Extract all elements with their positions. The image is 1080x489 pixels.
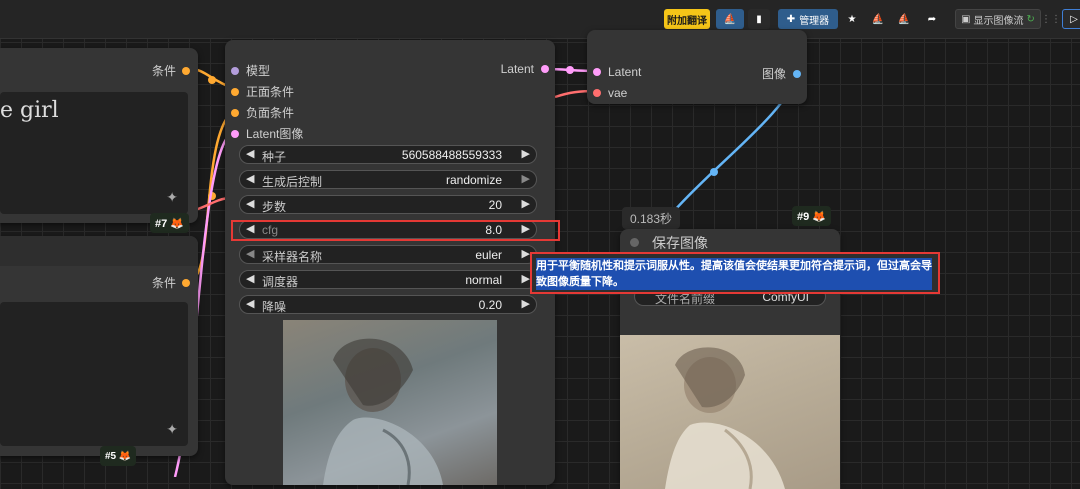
increment-arrow-icon[interactable]: ▶ (522, 172, 530, 185)
input-latent-label: Latent图像 (246, 127, 304, 141)
decrement-arrow-icon[interactable]: ◀ (246, 272, 254, 285)
widget-seed-value: 560588488559333 (401, 148, 502, 162)
decrement-arrow-icon[interactable]: ◀ (246, 247, 254, 260)
node-badge-5: #5 🦊 (100, 446, 137, 466)
input-positive-label: 正面条件 (246, 85, 295, 99)
increment-arrow-icon[interactable]: ▶ (522, 297, 530, 310)
cfg-tooltip: 用于平衡随机性和提示词服从性。提高该值会使结果更加符合提示词，但过高会导致图像质… (530, 252, 940, 294)
widget-denoise-label: 降噪 (262, 300, 287, 314)
widget-control-after[interactable]: ◀ 生成后控制 randomize ▶ (239, 170, 537, 189)
increment-arrow-icon[interactable]: ▶ (522, 147, 530, 160)
prompt-textarea[interactable]: e girl ✦ (0, 92, 188, 214)
execution-time-label: 0.183秒 (622, 207, 681, 229)
saved-image-preview (620, 335, 840, 489)
widget-sampler[interactable]: ◀ 采样器名称 euler ▶ (239, 245, 537, 264)
output-image-dot[interactable] (793, 69, 801, 78)
output-latent-label: Latent (500, 62, 534, 76)
input-latent-dot[interactable] (231, 129, 239, 138)
input-negative-label: 负面条件 (246, 106, 295, 120)
increment-arrow-icon[interactable]: ▶ (522, 247, 530, 260)
sparkle-icon[interactable]: ✦ (166, 189, 178, 206)
cfg-highlight-box (231, 220, 560, 241)
output-latent-dot[interactable] (541, 65, 549, 73)
increment-arrow-icon[interactable]: ▶ (522, 197, 530, 210)
node-badge-7: #7 🦊 (150, 213, 189, 233)
conditioning-output[interactable]: 条件 (152, 62, 190, 79)
conditioning-output-dot-2[interactable] (182, 278, 190, 287)
widget-seed-label: 种子 (262, 150, 287, 164)
node-status-dot (630, 238, 639, 247)
save-image-title: 保存图像 (652, 235, 708, 251)
clip-text-node-positive[interactable]: 条件 e girl ✦ (0, 48, 198, 223)
widget-seed[interactable]: ◀ 种子 560588488559333 ▶ (239, 145, 537, 164)
widget-sampler-value: euler (475, 248, 502, 262)
prompt-text: e girl (0, 98, 59, 123)
output-image[interactable]: 图像 (762, 65, 801, 82)
clip-text-node-negative[interactable]: 条件 ✦ (0, 236, 198, 456)
input-model-label: 模型 (246, 64, 271, 78)
widget-control-value: randomize (445, 173, 502, 187)
decrement-arrow-icon[interactable]: ◀ (246, 197, 254, 210)
cfg-tooltip-text: 用于平衡随机性和提示词服从性。提高该值会使结果更加符合提示词，但过高会导致图像质… (536, 258, 932, 290)
input-latent-vae-label: Latent (608, 65, 642, 79)
ksampler-node[interactable]: 模型 正面条件 负面条件 Latent图像 Latent ◀ 种子 560588… (225, 40, 555, 485)
widget-steps-value: 20 (488, 198, 502, 212)
node-header (0, 236, 198, 266)
widget-sampler-label: 采样器名称 (262, 250, 323, 264)
widget-steps[interactable]: ◀ 步数 20 ▶ (239, 195, 537, 214)
latent-preview-image (283, 320, 497, 485)
widget-scheduler[interactable]: ◀ 调度器 normal ▶ (239, 270, 537, 289)
widget-control-label: 生成后控制 (262, 175, 323, 189)
conditioning-output-label: 条件 (151, 64, 176, 78)
input-vae[interactable]: vae (593, 86, 627, 100)
saved-figure (665, 347, 785, 489)
conditioning-output-2[interactable]: 条件 (152, 274, 190, 291)
node-badge-9: #9 🦊 (792, 206, 831, 226)
input-vae-label: vae (608, 86, 628, 100)
widget-denoise-value: 0.20 (478, 298, 502, 312)
decrement-arrow-icon[interactable]: ◀ (246, 172, 254, 185)
widget-scheduler-value: normal (465, 273, 502, 287)
increment-arrow-icon[interactable]: ▶ (522, 272, 530, 285)
input-negative-dot[interactable] (231, 108, 239, 117)
negative-prompt-textarea[interactable]: ✦ (0, 302, 188, 446)
decrement-arrow-icon[interactable]: ◀ (246, 147, 254, 160)
input-positive[interactable]: 正面条件 (231, 83, 294, 100)
decrement-arrow-icon[interactable]: ◀ (246, 297, 254, 310)
conditioning-output-dot[interactable] (182, 66, 190, 75)
widget-steps-label: 步数 (262, 200, 287, 214)
input-latent-vae[interactable]: Latent (593, 65, 641, 79)
output-latent[interactable]: Latent (501, 62, 549, 76)
conditioning-output-label-2: 条件 (151, 276, 176, 290)
sparkle-icon-2[interactable]: ✦ (166, 421, 178, 438)
preview-figure (323, 338, 443, 485)
widget-denoise[interactable]: ◀ 降噪 0.20 ▶ (239, 295, 537, 314)
input-negative[interactable]: 负面条件 (231, 104, 294, 121)
input-model[interactable]: 模型 (231, 62, 270, 79)
input-latent-vae-dot[interactable] (593, 68, 601, 76)
input-model-dot[interactable] (231, 66, 239, 75)
input-latent[interactable]: Latent图像 (231, 125, 303, 142)
input-vae-dot[interactable] (593, 89, 601, 97)
vae-decode-node[interactable]: Latent vae 图像 (587, 30, 807, 104)
widget-scheduler-label: 调度器 (262, 275, 299, 289)
output-image-label: 图像 (761, 67, 786, 81)
input-positive-dot[interactable] (231, 87, 239, 96)
